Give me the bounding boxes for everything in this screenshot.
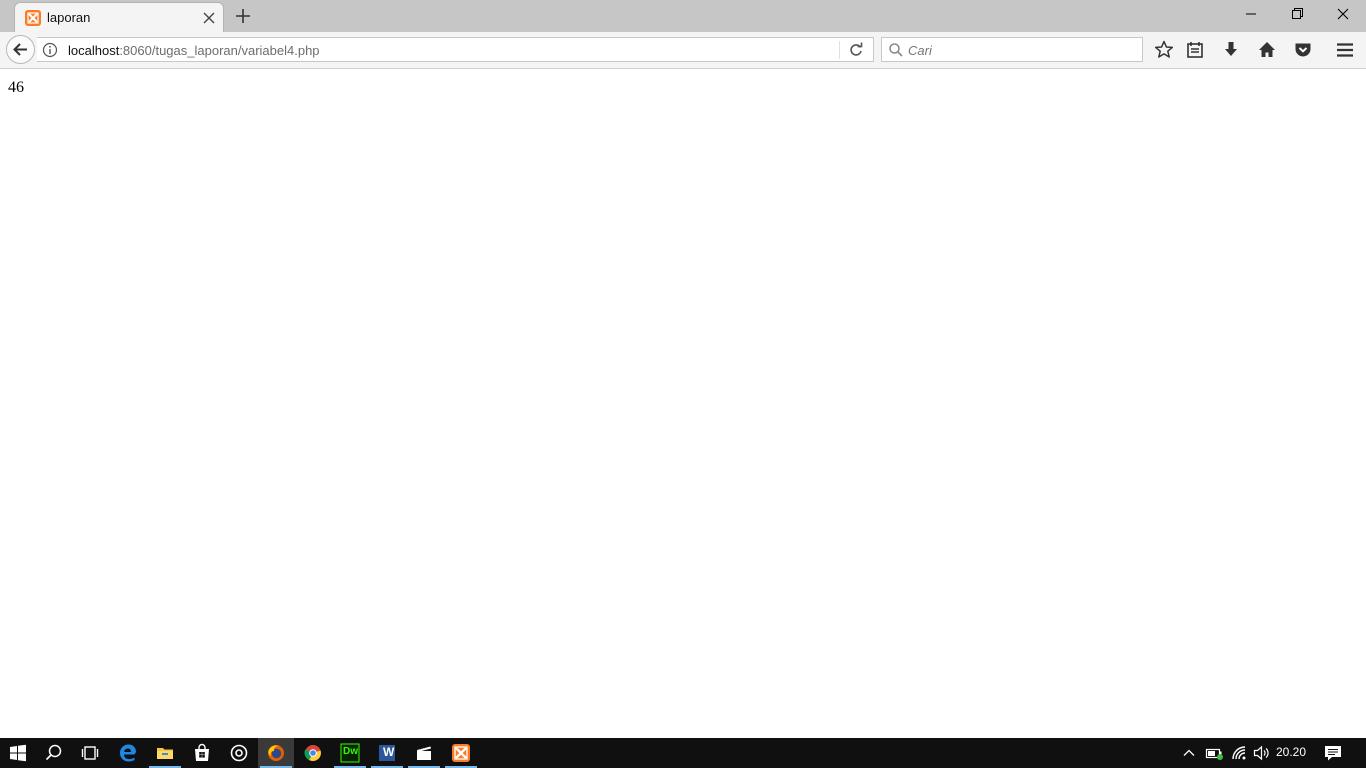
tab-close-icon[interactable] — [201, 10, 217, 26]
restore-icon[interactable] — [1274, 0, 1320, 30]
word-label: W — [383, 745, 395, 759]
taskbar: Dw W — [0, 738, 1366, 768]
tab-title: laporan — [47, 10, 91, 25]
reading-list-icon[interactable] — [1183, 38, 1207, 62]
url-bar[interactable]: localhost:8060/tugas_laporan/variabel4.p… — [37, 37, 874, 62]
chrome-icon[interactable] — [295, 738, 331, 768]
url-path: :8060/tugas_laporan/variabel4.php — [119, 43, 320, 58]
minimize-icon[interactable] — [1228, 0, 1274, 30]
edge-icon[interactable] — [110, 738, 146, 768]
file-explorer-icon[interactable] — [147, 738, 183, 768]
menu-icon[interactable] — [1333, 38, 1357, 62]
back-button[interactable] — [6, 35, 35, 64]
divider — [839, 41, 840, 59]
battery-icon[interactable] — [1205, 744, 1225, 762]
task-view-icon[interactable] — [72, 738, 108, 768]
groove-icon[interactable] — [221, 738, 257, 768]
search-box[interactable]: Cari — [881, 37, 1143, 62]
search-placeholder: Cari — [908, 43, 932, 58]
url-text: localhost:8060/tugas_laporan/variabel4.p… — [68, 43, 320, 58]
xampp-icon — [25, 10, 41, 26]
pocket-icon[interactable] — [1291, 38, 1315, 62]
close-icon[interactable] — [1320, 0, 1366, 30]
search-icon[interactable] — [36, 738, 72, 768]
star-icon[interactable] — [1152, 38, 1176, 62]
wifi-icon[interactable] — [1230, 744, 1250, 762]
download-icon[interactable] — [1219, 38, 1243, 62]
tab-strip: laporan — [0, 0, 1366, 33]
action-center-icon[interactable] — [1322, 743, 1344, 763]
info-icon[interactable] — [42, 42, 58, 58]
search-icon — [888, 42, 904, 58]
url-host: localhost — [68, 43, 120, 58]
word-icon[interactable]: W — [369, 738, 405, 768]
dreamweaver-icon[interactable]: Dw — [332, 738, 368, 768]
chevron-up-icon[interactable] — [1180, 744, 1198, 762]
store-icon[interactable] — [184, 738, 220, 768]
volume-icon[interactable] — [1252, 744, 1272, 762]
home-icon[interactable] — [1255, 38, 1279, 62]
reload-icon[interactable] — [847, 41, 865, 59]
start-icon[interactable] — [0, 738, 36, 768]
navigation-toolbar: localhost:8060/tugas_laporan/variabel4.p… — [0, 32, 1366, 69]
clock[interactable]: 20.20 — [1276, 745, 1306, 759]
movies-icon[interactable] — [406, 738, 442, 768]
page-content-value: 46 — [8, 79, 24, 96]
xampp-icon[interactable] — [443, 738, 479, 768]
new-tab-icon[interactable] — [234, 7, 252, 25]
dreamweaver-label: Dw — [343, 746, 358, 757]
tab-laporan[interactable]: laporan — [14, 2, 224, 33]
firefox-icon[interactable] — [258, 738, 294, 768]
